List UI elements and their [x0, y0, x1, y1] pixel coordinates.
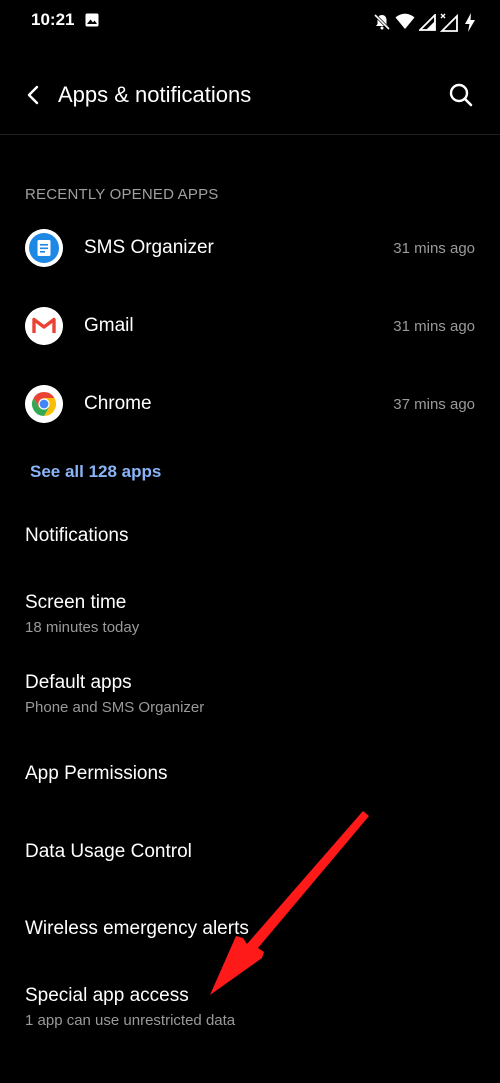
image-icon	[85, 13, 99, 32]
setting-title: Data Usage Control	[25, 841, 192, 862]
setting-title: Special app access	[25, 985, 189, 1006]
setting-special-app-access[interactable]: Special app access 1 app can use unrestr…	[0, 971, 500, 1041]
search-icon[interactable]	[446, 80, 476, 110]
setting-title: Notifications	[25, 525, 129, 546]
app-last-opened: 37 mins ago	[393, 396, 475, 413]
app-name: SMS Organizer	[84, 237, 214, 258]
status-time: 10:21	[31, 10, 75, 29]
back-arrow-icon[interactable]	[18, 80, 48, 110]
app-last-opened: 31 mins ago	[393, 240, 475, 257]
setting-subtitle: 1 app can use unrestricted data	[25, 1012, 236, 1029]
page-title: Apps & notifications	[58, 82, 252, 107]
setting-title: App Permissions	[25, 763, 168, 784]
setting-subtitle: 18 minutes today	[25, 619, 140, 636]
app-last-opened: 31 mins ago	[393, 318, 475, 335]
setting-app-permissions[interactable]: App Permissions	[0, 748, 500, 804]
see-all-apps-link[interactable]: See all 128 apps	[30, 462, 161, 482]
signal-icon	[419, 13, 436, 31]
status-bar: 10:21	[0, 0, 500, 44]
app-name: Gmail	[84, 315, 134, 336]
setting-title: Default apps	[25, 672, 132, 693]
gmail-icon	[25, 307, 63, 345]
setting-default-apps[interactable]: Default apps Phone and SMS Organizer	[0, 658, 500, 728]
recent-app-row[interactable]: Chrome 37 mins ago	[0, 367, 500, 441]
setting-title: Screen time	[25, 592, 127, 613]
status-icons	[373, 11, 476, 33]
charging-icon	[464, 12, 476, 32]
recent-app-row[interactable]: Gmail 31 mins ago	[0, 289, 500, 363]
wifi-icon	[395, 13, 415, 31]
setting-wireless-emergency-alerts[interactable]: Wireless emergency alerts	[0, 903, 500, 959]
bell-off-icon	[373, 13, 391, 31]
sms-organizer-icon	[25, 229, 63, 267]
recent-app-row[interactable]: SMS Organizer 31 mins ago	[0, 211, 500, 285]
setting-screen-time[interactable]: Screen time 18 minutes today	[0, 578, 500, 648]
app-name: Chrome	[84, 393, 152, 414]
setting-notifications[interactable]: Notifications	[0, 510, 500, 566]
setting-data-usage-control[interactable]: Data Usage Control	[0, 826, 500, 882]
app-toolbar: Apps & notifications	[0, 56, 500, 135]
recent-apps-header: RECENTLY OPENED APPS	[25, 186, 219, 203]
signal-no-data-icon	[440, 13, 460, 32]
chrome-icon	[25, 385, 63, 423]
setting-title: Wireless emergency alerts	[25, 918, 249, 939]
setting-subtitle: Phone and SMS Organizer	[25, 699, 205, 716]
